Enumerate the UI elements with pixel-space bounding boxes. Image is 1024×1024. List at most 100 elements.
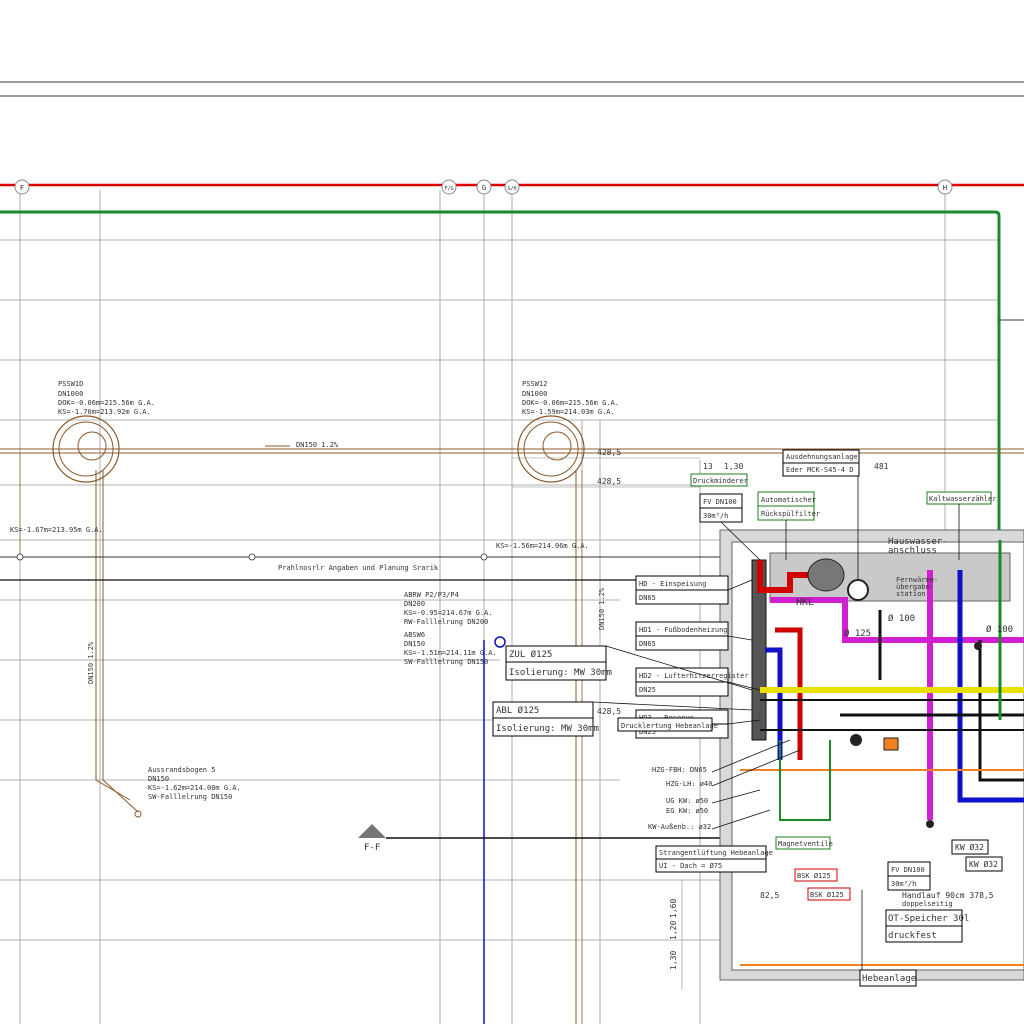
callout-kw32-1: KW Ø32 [951, 839, 989, 855]
svg-text:BSK Ø125: BSK Ø125 [810, 891, 844, 899]
callout-zul: ZUL Ø125 Isolierung: MW 30mm [505, 645, 612, 681]
svg-text:KW Ø32: KW Ø32 [955, 842, 984, 852]
anschluss-label: anschluss [888, 546, 937, 556]
callout-hzg-list: HZG-FBH: DN65 HZG-LH: ø40 UG KW: ø50 EG … [648, 766, 712, 831]
svg-text:Drucklertung Hebeanlage: Drucklertung Hebeanlage [621, 722, 718, 730]
svg-text:SW-Falllelrung DN150: SW-Falllelrung DN150 [148, 793, 232, 801]
doppelseitig: doppelseitig [902, 900, 953, 908]
svg-text:Hebeanlage: Hebeanlage [862, 974, 916, 984]
blue-riser-node [494, 636, 506, 648]
dim-130: 1,30 [724, 462, 743, 471]
svg-text:ABL Ø125: ABL Ø125 [496, 705, 539, 716]
vertical-dn150-left: DN150 1.2% [87, 641, 95, 684]
svg-text:OT-Speicher 30l: OT-Speicher 30l [888, 914, 969, 924]
svg-text:DN1000: DN1000 [522, 390, 547, 398]
dim-3785: Handlauf 90cm 378,5 [902, 891, 994, 900]
callout-drucklertung: Drucklertung Hebeanlage [617, 717, 718, 732]
svg-text:KS=-1.59m=214.03m G.A.: KS=-1.59m=214.03m G.A. [522, 408, 615, 416]
svg-text:H: H [943, 184, 947, 192]
callout-bsk-1: BSK Ø125 [794, 868, 838, 882]
svg-text:Aussrandsbogen 5: Aussrandsbogen 5 [148, 766, 215, 774]
callout-hebeanlage: Hebeanlage [859, 969, 917, 987]
svg-text:BSK Ø125: BSK Ø125 [797, 872, 831, 880]
callout-fv-2: FV DN100 30m³/h [887, 861, 931, 891]
callout-hd1: HD1 - Fußbodenheizung DN65 [635, 621, 729, 651]
svg-text:KS=-1.62m=214.00m G.A.: KS=-1.62m=214.00m G.A. [148, 784, 241, 792]
bogen-note: Aussrandsbogen 5 DN150 KS=-1.62m=214.00m… [148, 766, 241, 801]
svg-text:SW-Falllelrung DN150: SW-Falllelrung DN150 [404, 658, 488, 666]
callout-magnetventile: Magnetventile [775, 836, 833, 850]
svg-text:30m³/h: 30m³/h [703, 512, 728, 520]
svg-text:30m³/h: 30m³/h [891, 880, 916, 888]
svg-text:FV DN100: FV DN100 [703, 498, 737, 506]
callout-ot-speicher: OT-Speicher 30l druckfest [885, 909, 969, 943]
callout-kw32-2: KW Ø32 [965, 856, 1003, 872]
axis-marker-f: F [14, 179, 30, 195]
abrw-note: ABRW P2/P3/P4 DN200 KS=-0.95=214.67m G.A… [404, 591, 497, 666]
svg-text:DN200: DN200 [404, 600, 425, 608]
callout-fv-dn100: FV DN100 30m³/h [699, 493, 743, 523]
svg-text:DOK=-0.06m=215.56m G.A.: DOK=-0.06m=215.56m G.A. [58, 399, 155, 407]
svg-text:ZUL Ø125: ZUL Ø125 [509, 649, 552, 660]
svg-text:F/G: F/G [444, 186, 453, 192]
svg-text:KW Ø32: KW Ø32 [969, 859, 998, 869]
svg-text:HD2 - Lufterhitzerregister: HD2 - Lufterhitzerregister [639, 672, 749, 680]
svg-text:KS=-0.95=214.67m G.A.: KS=-0.95=214.67m G.A. [404, 609, 493, 617]
green-pipe [0, 210, 1001, 540]
shaft-label-1: PSSW1D DN1000 DOK=-0.06m=215.56m G.A. KS… [58, 380, 155, 416]
dim-13: 13 [703, 462, 713, 471]
svg-text:DOK=-0.06m=215.56m G.A.: DOK=-0.06m=215.56m G.A. [522, 399, 619, 407]
callout-bsk-2: BSK Ø125 [807, 887, 851, 901]
axis-marker-g: G [476, 179, 492, 195]
floor-plan-drawing: F F/G G G/H H PSSW1D DN1000 DOK=-0.06m=2… [0, 81, 1024, 1024]
callout-hd-einspeisung: HD - Einspeisung DN65 [635, 575, 729, 605]
svg-text:HZG-LH: ø40: HZG-LH: ø40 [666, 780, 712, 788]
dim-vert-c: 1,30 [669, 951, 678, 970]
svg-text:DN1000: DN1000 [58, 390, 83, 398]
svg-text:DN25: DN25 [639, 686, 656, 694]
svg-text:F-F: F-F [364, 843, 380, 853]
vertical-dn150-right: DN150 1.2% [598, 587, 606, 630]
axis-marker-h: H [937, 179, 953, 195]
svg-text:Rückspülfilter: Rückspülfilter [761, 510, 820, 518]
svg-text:PSSW12: PSSW12 [522, 380, 547, 388]
svg-text:DN65: DN65 [639, 594, 656, 602]
svg-text:HD - Einspeisung: HD - Einspeisung [639, 580, 706, 588]
svg-text:G: G [482, 184, 486, 192]
svg-text:ABSW6: ABSW6 [404, 631, 425, 639]
svg-text:Ausdehnungsanlage: Ausdehnungsanlage [786, 453, 858, 461]
kanal-note: Prahlnosrlr Angaben und Planung Srarik [278, 564, 439, 572]
svg-text:Isolierung: MW 30mm: Isolierung: MW 30mm [509, 668, 612, 678]
dim-428-a: 428,5 [597, 448, 621, 457]
axis-marker-gh: G/H [504, 179, 520, 195]
svg-text:KW-Außenb.: ø32: KW-Außenb.: ø32 [648, 823, 711, 831]
callout-strang: Strangentlüftung Hebeanlage UI - Dach = … [655, 845, 773, 873]
svg-text:Druckminderer: Druckminderer [693, 477, 748, 485]
svg-text:Kaltwasserzähler: Kaltwasserzähler [929, 495, 996, 503]
svg-text:Strangentlüftung Hebeanlage: Strangentlüftung Hebeanlage [659, 849, 773, 857]
dim-825: 82,5 [760, 891, 779, 900]
fernwaerme-3: station [896, 590, 926, 598]
callout-kaltwasserzaehler: Kaltwasserzähler [926, 491, 996, 505]
ks-mid-note: KS=-1.56m=214.06m G.A. [496, 542, 589, 550]
pipe-slope-note: DN150 1.2% [296, 441, 339, 449]
svg-text:F: F [20, 184, 24, 192]
o125-label: Ø 125 [844, 628, 871, 639]
shaft-label-2: PSSW12 DN1000 DOK=-0.06m=215.56m G.A. KS… [522, 380, 619, 416]
ks-left-note: KS=-1.67m=213.95m G.A. [10, 526, 103, 534]
svg-text:DN150: DN150 [404, 640, 425, 648]
svg-text:G/H: G/H [507, 186, 516, 192]
svg-text:HD1 - Fußbodenheizung: HD1 - Fußbodenheizung [639, 626, 728, 634]
svg-text:Eder MCK-S45-4 D: Eder MCK-S45-4 D [786, 466, 853, 474]
callout-druckminderer: Druckminderer [690, 473, 748, 487]
o100-label-b: Ø 100 [986, 624, 1013, 635]
callout-abl: ABL Ø125 Isolierung: MW 30mm [492, 701, 599, 737]
axis-markers: F F/G G G/H H [14, 179, 953, 195]
svg-text:Isolierung: MW 30mm: Isolierung: MW 30mm [496, 724, 599, 734]
dim-428-b: 428,5 [597, 477, 621, 486]
dim-vert-a: 1,20 [669, 921, 678, 940]
svg-text:EG KW: ø50: EG KW: ø50 [666, 807, 708, 815]
svg-text:Magnetventile: Magnetventile [778, 840, 833, 848]
dim-vert-b: 1,60 [669, 899, 678, 918]
callout-rueckspuel: Automatischer Rückspülfilter [757, 491, 820, 521]
